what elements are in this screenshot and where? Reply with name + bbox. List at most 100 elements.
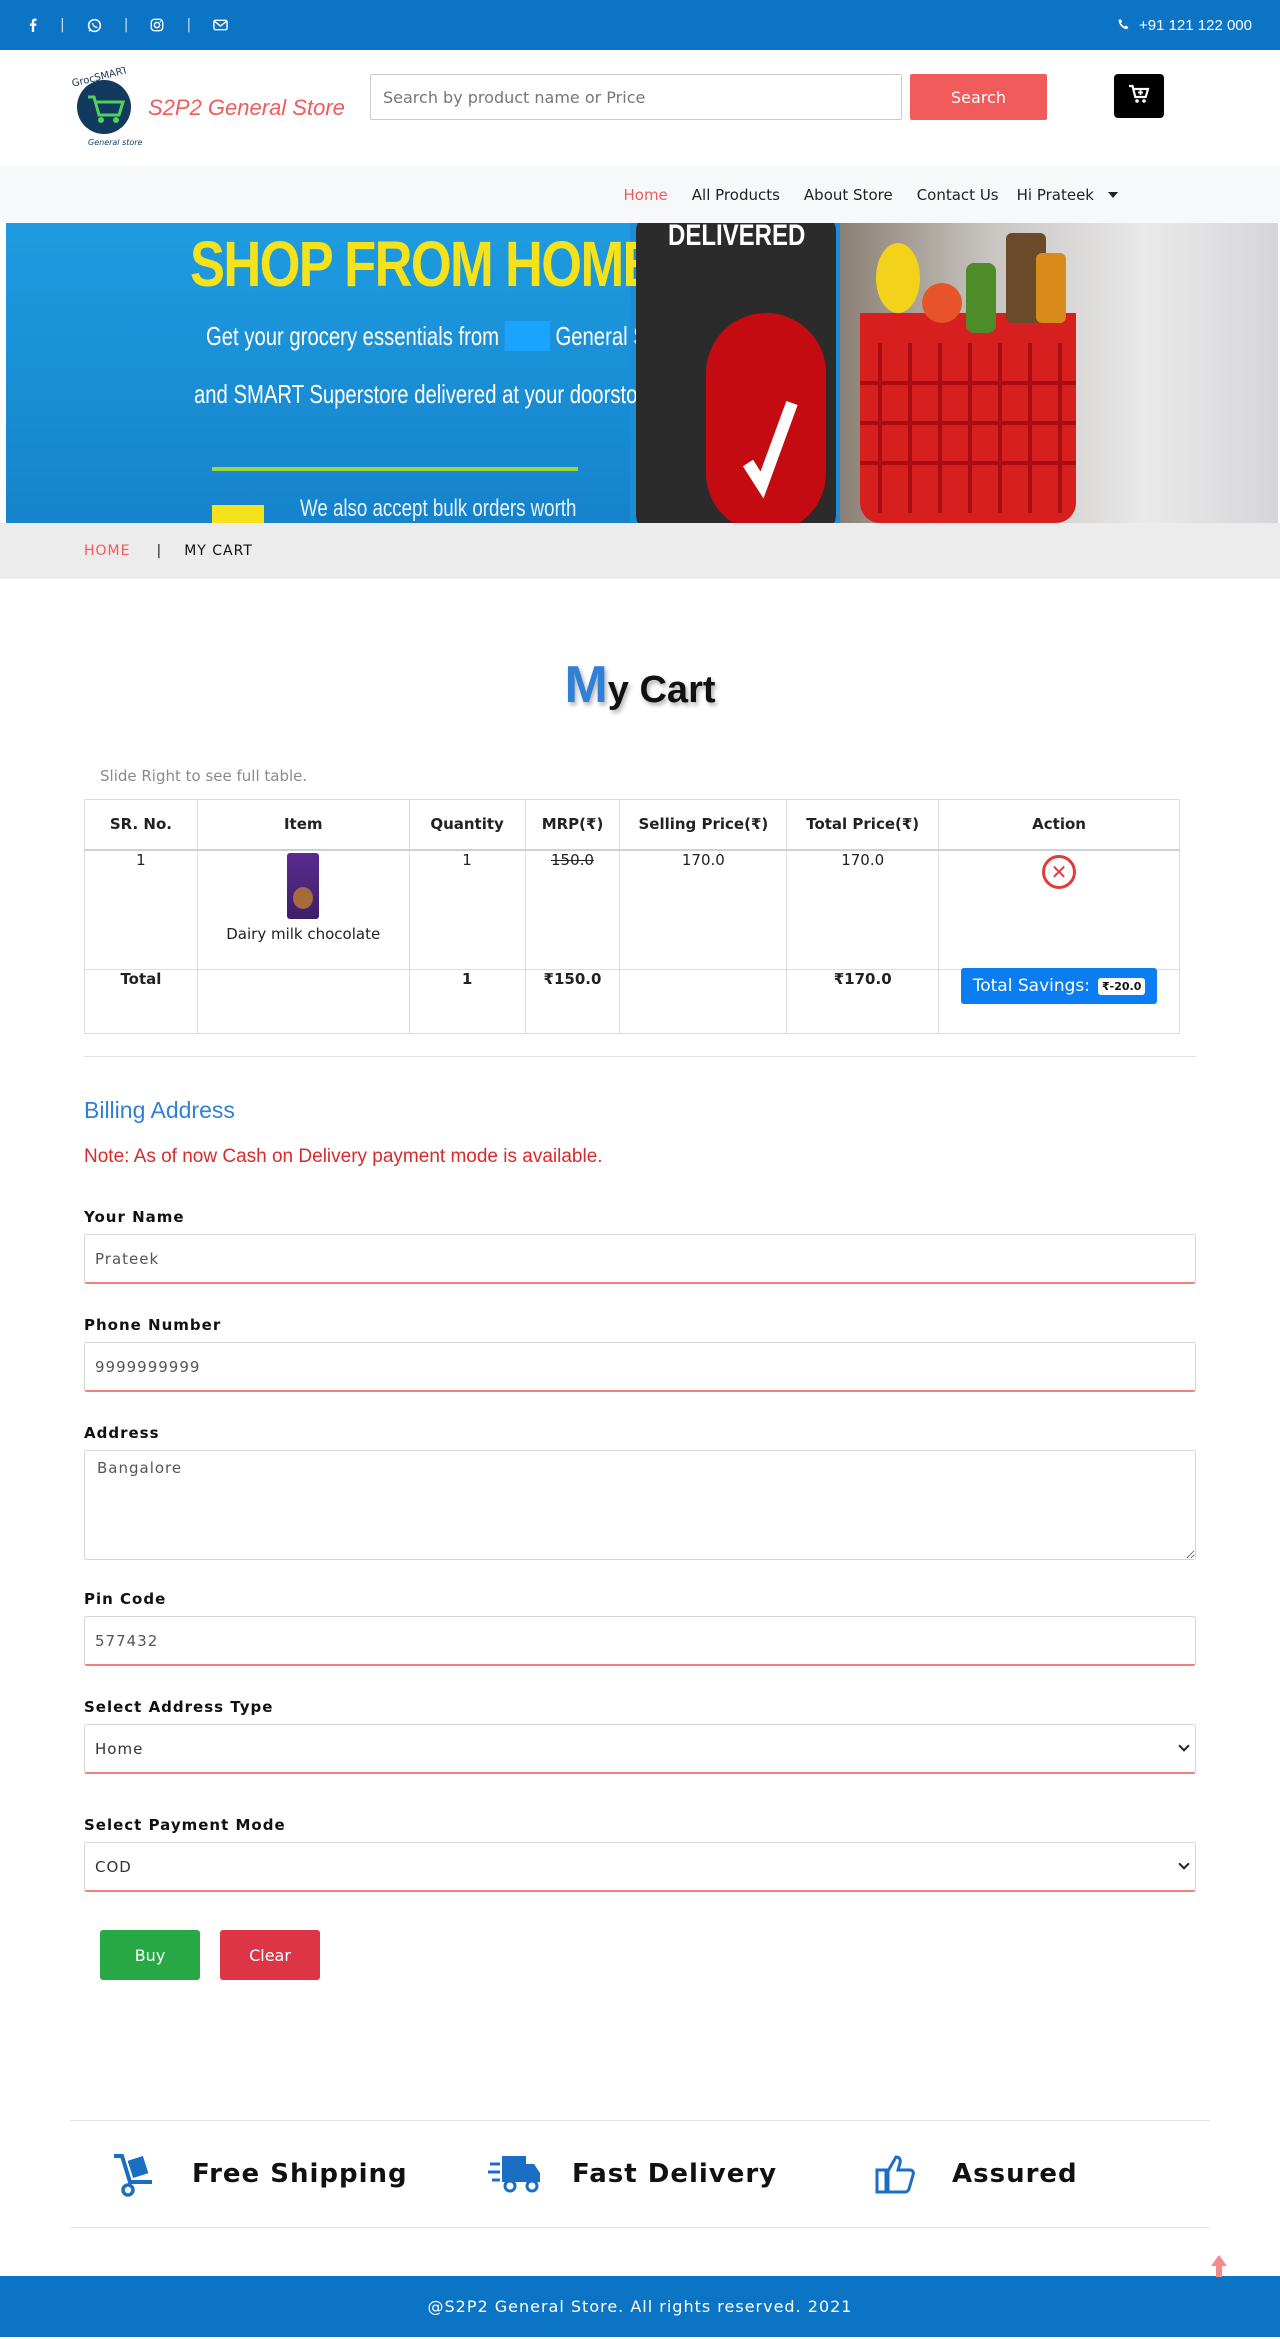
phone-label: Phone Number <box>84 1316 222 1334</box>
thumbs-up-icon <box>868 2147 922 2201</box>
pin-input[interactable] <box>84 1616 1196 1666</box>
cart-table: SR. No. Item Quantity MRP(₹) Selling Pri… <box>84 799 1180 1034</box>
feature-label: Fast Delivery <box>572 2159 778 2189</box>
phone-input[interactable] <box>84 1342 1196 1392</box>
banner-check-badge <box>706 313 826 523</box>
page-title-initial: M <box>564 656 608 714</box>
feature-label: Free Shipping <box>192 2159 408 2189</box>
banner-line-1-text: Get your grocery essentials from <box>206 321 500 351</box>
address-type-field-group: Select Address Type Home <box>84 1698 1196 1774</box>
billing-title: Billing Address <box>84 1097 235 1123</box>
banner-device-text: DELIVERED <box>668 223 806 252</box>
pin-label: Pin Code <box>84 1590 167 1608</box>
banner-line-1: Get your grocery essentials from ____ Ge… <box>206 321 692 351</box>
total-item-empty <box>196 969 410 1034</box>
banner-fruit <box>876 243 920 313</box>
separator: | <box>186 17 192 33</box>
cart-button[interactable] <box>1114 74 1164 118</box>
breadcrumb-home[interactable]: HOME <box>84 543 130 559</box>
payment-note: Note: As of now Cash on Delivery payment… <box>84 1146 603 1167</box>
total-label: Total <box>84 969 198 1034</box>
banner-line-2: and SMART Superstore delivered at your d… <box>194 379 655 409</box>
total-price: ₹170.0 <box>786 969 940 1034</box>
name-label: Your Name <box>84 1208 185 1226</box>
social-links: | | | <box>28 17 228 33</box>
banner-line-3: We also accept bulk orders worth <box>300 495 577 522</box>
user-greeting: Hi Prateek <box>1016 185 1094 204</box>
banner-headline: SHOP FROM HOME. <box>190 228 670 300</box>
total-mrp: ₹150.0 <box>524 969 621 1034</box>
user-menu[interactable]: Hi Prateek <box>1017 186 1118 204</box>
cell-total-price: 170.0 <box>786 849 940 970</box>
chevron-down-icon <box>1108 191 1118 198</box>
whatsapp-icon[interactable] <box>87 18 102 33</box>
remove-item-icon[interactable]: ✕ <box>1042 854 1077 889</box>
nav-contact-us[interactable]: Contact Us <box>917 186 999 204</box>
hand-truck-icon <box>108 2147 162 2201</box>
search-button[interactable]: Search <box>910 74 1047 120</box>
site-footer: @S2P2 General Store. All rights reserved… <box>0 2276 1280 2337</box>
instagram-icon[interactable] <box>150 18 164 32</box>
phone-field-group: Phone Number <box>84 1316 1196 1392</box>
product-name: Dairy milk chocolate <box>226 924 381 943</box>
table-hint: Slide Right to see full table. <box>100 767 308 785</box>
pin-field-group: Pin Code <box>84 1590 1196 1666</box>
col-header-sr: SR. No. <box>84 799 198 851</box>
address-type-label: Select Address Type <box>84 1698 274 1716</box>
savings-label: Total Savings: <box>972 976 1090 996</box>
breadcrumb: HOME | MY CART <box>0 523 1280 579</box>
cell-sr: 1 <box>84 849 198 970</box>
store-name: S2P2 General Store <box>148 95 345 120</box>
address-type-select[interactable]: Home <box>84 1724 1196 1774</box>
name-input[interactable] <box>84 1234 1196 1284</box>
table-row: 1 Dairy milk chocolate 1 150.0 170.0 170… <box>84 849 1180 970</box>
name-field-group: Your Name <box>84 1208 1196 1284</box>
address-type-select-wrap: Home <box>84 1724 1196 1774</box>
cell-item: Dairy milk chocolate <box>196 849 410 970</box>
cell-mrp: 150.0 <box>524 849 621 970</box>
section-divider <box>84 1056 1196 1057</box>
address-textarea[interactable]: Bangalore <box>84 1450 1196 1560</box>
col-header-quantity: Quantity <box>408 799 526 851</box>
phone-contact[interactable]: +91 121 122 000 <box>1117 17 1252 34</box>
main-nav: Home All Products About Store Contact Us… <box>0 166 1280 223</box>
nav-all-products[interactable]: All Products <box>692 186 780 204</box>
total-quantity: 1 <box>408 969 526 1034</box>
payment-mode-select[interactable]: COD <box>84 1842 1196 1892</box>
banner-accent <box>212 505 264 523</box>
store-logo[interactable]: GrocSMART General store S2P2 General Sto… <box>66 65 366 149</box>
feature-free-shipping: Free Shipping <box>70 2147 450 2201</box>
col-header-selling-price: Selling Price(₹) <box>619 799 788 851</box>
payment-label: Select Payment Mode <box>84 1816 286 1834</box>
payment-field-group: Select Payment Mode COD <box>84 1816 1196 1892</box>
nav-about-store[interactable]: About Store <box>804 186 893 204</box>
mail-icon[interactable] <box>213 19 228 31</box>
nav-home[interactable]: Home <box>623 186 667 204</box>
hero-banner: SHOP FROM HOME. Get your grocery essenti… <box>6 223 1278 523</box>
footer-copyright: @S2P2 General Store. All rights reserved… <box>427 2297 853 2316</box>
buy-button[interactable]: Buy <box>100 1930 200 1980</box>
separator: | <box>60 17 65 33</box>
col-header-mrp: MRP(₹) <box>524 799 621 851</box>
cell-action: ✕ <box>938 849 1180 970</box>
cart-icon <box>1128 84 1150 108</box>
banner-fruit <box>922 283 962 323</box>
banner-divider <box>212 467 578 471</box>
col-header-action: Action <box>938 799 1180 851</box>
clear-button[interactable]: Clear <box>220 1930 320 1980</box>
banner-fruit <box>1036 253 1066 323</box>
col-header-total-price: Total Price(₹) <box>786 799 940 851</box>
separator: | <box>123 17 129 33</box>
total-savings-badge: Total Savings: ₹-20.0 <box>960 968 1158 1004</box>
table-header-row: SR. No. Item Quantity MRP(₹) Selling Pri… <box>84 799 1180 851</box>
facebook-icon[interactable] <box>28 18 38 32</box>
total-action: Total Savings: ₹-20.0 <box>938 968 1180 1034</box>
product-image[interactable] <box>287 852 320 919</box>
features-strip: Free Shipping Fast Delivery Assured <box>70 2120 1210 2228</box>
breadcrumb-current: MY CART <box>184 543 253 559</box>
address-field-group: Address Bangalore <box>84 1424 1196 1564</box>
scroll-to-top-icon[interactable] <box>1210 2254 1228 2278</box>
total-selling-empty <box>619 969 788 1034</box>
page-title-rest: y Cart <box>607 669 716 711</box>
search-input[interactable] <box>370 74 902 120</box>
